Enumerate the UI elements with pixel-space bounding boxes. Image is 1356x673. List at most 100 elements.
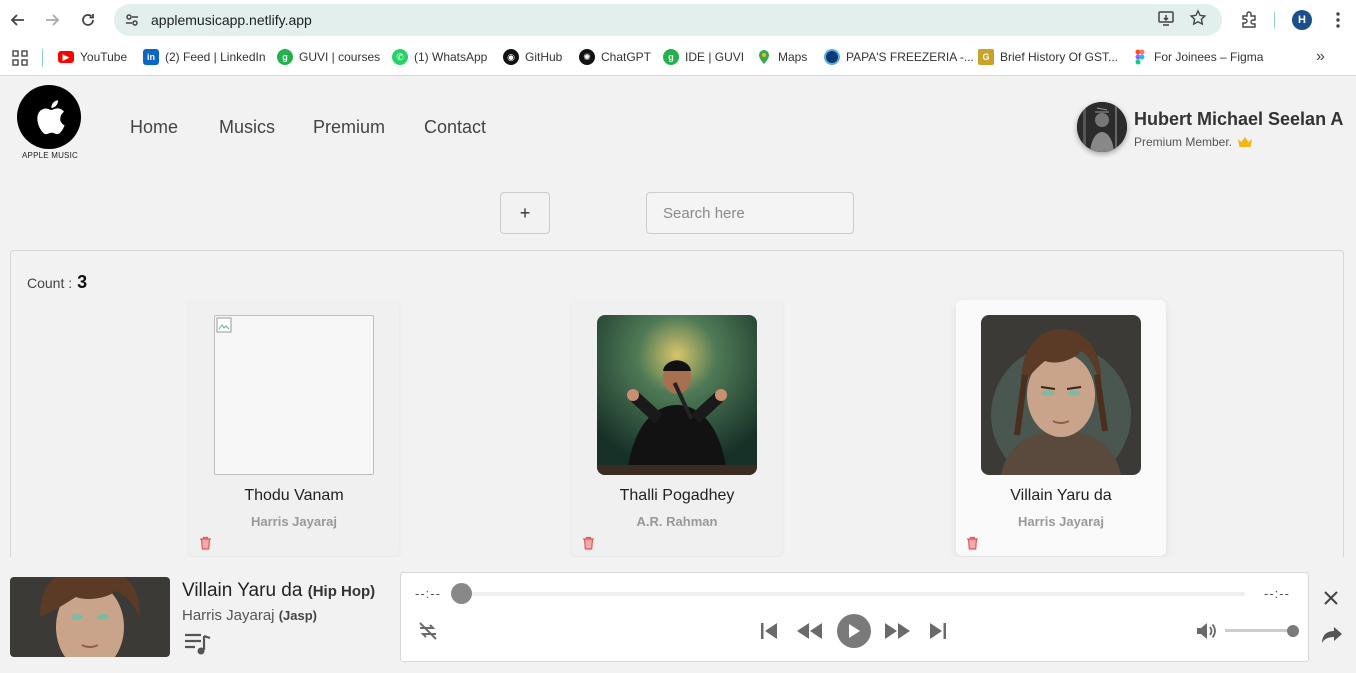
volume-icon[interactable] [1195, 621, 1217, 641]
youtube-icon: ▶ [58, 51, 74, 63]
bookmark-whatsapp[interactable]: ✆ (1) WhatsApp [392, 48, 487, 66]
bookmark-ide-guvi[interactable]: g IDE | GUVI [663, 48, 744, 66]
bookmark-guvi-courses[interactable]: g GUVI | courses [277, 48, 380, 66]
bookmark-label: PAPA'S FREEZERIA -... [846, 50, 974, 64]
bookmark-label: Maps [778, 50, 808, 64]
close-player-icon[interactable] [1322, 589, 1340, 607]
bookmark-maps[interactable]: Maps [756, 48, 807, 66]
chatgpt-icon: ✺ [579, 49, 595, 65]
back-arrow-icon[interactable] [6, 8, 30, 32]
nav-musics[interactable]: Musics [219, 117, 275, 138]
delete-trash-icon[interactable] [582, 536, 595, 550]
song-card[interactable]: Thalli Pogadhey A.R. Rahman [572, 300, 782, 556]
count-label: Count : [27, 275, 73, 291]
playlist-icon[interactable] [184, 632, 212, 656]
site-settings-icon[interactable] [124, 12, 140, 28]
current-time: --:-- [415, 586, 441, 601]
profile-avatar[interactable]: H [1292, 10, 1312, 30]
now-playing-title: Villain Yaru da (Hip Hop) [182, 580, 375, 602]
song-cover-image [981, 315, 1141, 475]
repeat-off-icon[interactable] [417, 621, 439, 641]
bookmark-github[interactable]: ◉ GitHub [503, 48, 562, 66]
bookmark-chatgpt[interactable]: ✺ ChatGPT [579, 48, 651, 66]
bookmark-label: IDE | GUVI [685, 50, 745, 64]
progress-track[interactable] [451, 592, 1245, 596]
bookmark-papas-freezeria[interactable]: PAPA'S FREEZERIA -... [824, 48, 974, 66]
song-card[interactable]: Villain Yaru da Harris Jayaraj [956, 300, 1166, 556]
bookmarks-divider [42, 49, 43, 67]
guvi-icon: g [663, 49, 679, 65]
count-value: 3 [77, 272, 88, 292]
volume-knob[interactable] [1287, 625, 1299, 637]
maps-icon [756, 49, 772, 65]
now-playing-artist: Harris Jayaraj [182, 607, 275, 624]
forward-arrow-icon[interactable] [40, 8, 64, 32]
song-title: Thodu Vanam [244, 487, 344, 504]
logo-text: APPLE MUSIC [22, 151, 78, 160]
song-artist: A.R. Rahman [636, 514, 718, 529]
song-artist: Harris Jayaraj [250, 514, 337, 529]
crown-icon [1238, 137, 1253, 147]
bookmark-label: YouTube [80, 50, 128, 64]
gst-icon: G [978, 49, 994, 65]
now-playing-cover [10, 577, 170, 657]
user-avatar[interactable] [1077, 102, 1127, 152]
bookmark-label: (1) WhatsApp [414, 50, 488, 64]
now-playing-label: (Jasp) [278, 608, 317, 623]
song-card[interactable]: Thodu Vanam Harris Jayaraj [189, 300, 399, 556]
bookmark-youtube[interactable]: ▶ YouTube [58, 48, 127, 66]
url-text[interactable]: applemusicapp.netlify.app [151, 12, 312, 28]
song-title: Thalli Pogadhey [619, 487, 735, 504]
apple-music-logo[interactable]: APPLE MUSIC [16, 84, 84, 162]
figma-icon [1132, 49, 1148, 65]
bookmark-label: Brief History Of GST... [1000, 50, 1119, 64]
membership-status: Premium Member. [1134, 135, 1253, 149]
share-icon[interactable] [1321, 625, 1343, 645]
now-playing-artist-line: Harris Jayaraj (Jasp) [182, 607, 317, 624]
user-name: Hubert Michael Seelan A [1134, 109, 1344, 129]
browser-menu-icon[interactable] [1330, 10, 1346, 30]
browser-toolbar: applemusicapp.netlify.app H [0, 0, 1356, 40]
github-icon: ◉ [503, 49, 519, 65]
fast-forward-icon[interactable] [884, 621, 912, 641]
skip-next-icon[interactable] [928, 621, 948, 641]
add-song-button[interactable]: + [500, 192, 550, 234]
rewind-icon[interactable] [795, 621, 823, 641]
song-cover-broken-image [214, 315, 374, 475]
extensions-icon[interactable] [1240, 10, 1258, 28]
now-playing-song: Villain Yaru da [182, 580, 303, 601]
search-input[interactable] [646, 192, 854, 234]
skip-previous-icon[interactable] [759, 621, 779, 641]
song-artist: Harris Jayaraj [1017, 514, 1104, 529]
membership-label: Premium Member. [1134, 135, 1233, 149]
more-bookmarks-icon[interactable]: » [1316, 48, 1325, 66]
reload-icon[interactable] [76, 8, 100, 32]
linkedin-icon: in [143, 49, 159, 65]
broken-image-icon [216, 317, 232, 333]
bookmark-label: GitHub [525, 50, 563, 64]
nav-premium[interactable]: Premium [313, 117, 385, 138]
now-playing-genre: (Hip Hop) [307, 583, 376, 600]
nav-home[interactable]: Home [130, 117, 178, 138]
delete-trash-icon[interactable] [199, 536, 212, 550]
address-bar[interactable]: applemusicapp.netlify.app [114, 4, 1222, 36]
install-app-icon[interactable] [1157, 9, 1175, 27]
bookmark-linkedin[interactable]: in (2) Feed | LinkedIn [143, 48, 266, 66]
toolbar-divider [1274, 12, 1275, 28]
play-button[interactable] [837, 614, 871, 648]
bookmark-label: For Joinees – Figma [1154, 50, 1264, 64]
delete-trash-icon[interactable] [966, 536, 979, 550]
bookmark-label: ChatGPT [601, 50, 652, 64]
play-icon [849, 624, 860, 638]
apps-grid-icon[interactable] [12, 50, 28, 66]
bookmark-star-icon[interactable] [1189, 9, 1207, 27]
total-time: --:-- [1264, 586, 1290, 601]
whatsapp-icon: ✆ [392, 49, 408, 65]
song-title: Villain Yaru da [1010, 487, 1112, 504]
nav-contact[interactable]: Contact [424, 117, 486, 138]
bookmark-gst-history[interactable]: G Brief History Of GST... [978, 48, 1118, 66]
progress-knob[interactable] [451, 583, 472, 604]
volume-track[interactable] [1225, 629, 1293, 632]
bookmark-figma[interactable]: For Joinees – Figma [1132, 48, 1263, 66]
bookmark-label: GUVI | courses [299, 50, 381, 64]
